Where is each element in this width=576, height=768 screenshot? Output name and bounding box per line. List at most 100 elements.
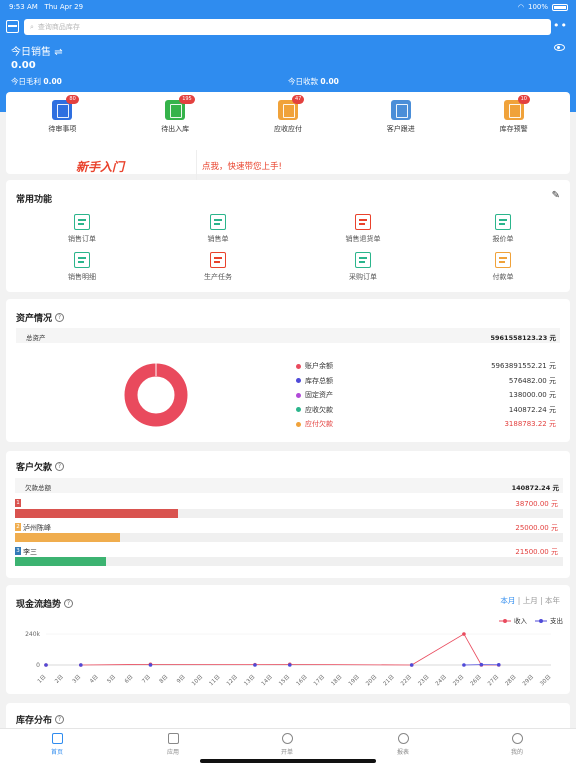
data-point <box>253 663 257 667</box>
x-tick-label: 27日 <box>486 673 500 687</box>
status-time: 9:53 AM Thu Apr 29 <box>9 3 84 11</box>
scan-icon[interactable] <box>6 20 19 33</box>
x-tick-label: 26日 <box>469 673 483 687</box>
quick-customer-followup[interactable]: 客户跟进 <box>344 100 457 134</box>
payment-bill-icon <box>495 252 511 268</box>
asset-label: 应收欠款 <box>305 405 333 414</box>
quick-pending-stock[interactable]: 195 待出入库 <box>119 95 232 134</box>
series-segment <box>463 633 482 666</box>
asset-legend-item: 应付欠款 <box>296 419 333 429</box>
x-tick-label: 8日 <box>158 673 169 684</box>
quick-stock-warning[interactable]: 10 库存预警 <box>457 95 570 134</box>
quotation-icon <box>495 214 511 230</box>
period-this-year[interactable]: 本年 <box>545 596 560 605</box>
nav-profile[interactable]: 我的 <box>497 733 537 756</box>
function-sales-bill[interactable]: 销售单 <box>158 214 278 244</box>
debt-bar-track <box>15 509 563 518</box>
cashflow-chart: 240k0收入 支出1日 2日 3日 4日 5日 6日 7日 8日 9日 10日 11日 12日 13日 1… <box>25 616 563 687</box>
newbie-text: 点我，快速带您上手! <box>202 162 282 172</box>
edit-icon[interactable]: ✎ <box>552 190 560 201</box>
count-badge: 80 <box>66 95 79 104</box>
function-quotation[interactable]: 报价单 <box>443 214 563 244</box>
customer-debt-card: 客户欠款? 欠款总额 140872.24 元 1 38700.00 元 2 泸州陈峰 2… <box>6 451 570 578</box>
quick-label: 客户跟进 <box>386 125 415 133</box>
data-point <box>409 663 414 667</box>
x-tick-label: 23日 <box>417 673 431 687</box>
x-tick-label: 20日 <box>364 673 378 687</box>
common-functions-card: 常用功能 ✎ 销售订单 销售单 销售退货单 报价单销售明细 生产任务 采购订单 付款单 <box>6 180 570 292</box>
nav-label: 报表 <box>396 749 409 756</box>
debt-title: 客户欠款? <box>16 460 65 473</box>
asset-value: 3188783.22 元 <box>504 420 556 428</box>
function-production-task[interactable]: 生产任务 <box>158 252 278 282</box>
function-sales-detail[interactable]: 销售明细 <box>22 252 142 282</box>
x-tick-label: 2日 <box>54 673 65 684</box>
apps-icon <box>167 733 179 744</box>
help-icon[interactable]: ? <box>64 599 74 608</box>
help-icon[interactable]: ? <box>55 313 65 322</box>
nav-label: 首页 <box>50 749 63 756</box>
nav-new-order[interactable]: 开单 <box>267 733 307 756</box>
x-tick-label: 3日 <box>71 673 82 684</box>
data-point <box>462 632 466 636</box>
quick-actions: 80 待审事项 195 待出入库 47 应收应付 客户跟进 10 库存预警 <box>6 95 570 134</box>
legend-dot <box>296 407 301 412</box>
quick-pending-approval[interactable]: 80 待审事项 <box>6 95 119 134</box>
function-payment-bill[interactable]: 付款单 <box>443 252 563 282</box>
period-this-month[interactable]: 本月 <box>500 596 515 605</box>
quick-actions-card: 80 待审事项 195 待出入库 47 应收应付 客户跟进 10 库存预警 新手入门 点我，快速… <box>6 92 570 180</box>
x-tick-label: 30日 <box>539 673 553 687</box>
help-icon[interactable]: ? <box>55 715 65 724</box>
debt-bar-track <box>15 557 563 566</box>
function-purchase-order[interactable]: 采购订单 <box>303 252 423 282</box>
function-sales-return[interactable]: 销售退货单 <box>303 214 423 244</box>
x-tick-label: 11日 <box>208 673 222 687</box>
new-order-icon <box>281 733 293 744</box>
battery-icon <box>552 3 568 11</box>
switch-icon: ⇌ <box>54 47 63 58</box>
debt-customer-name[interactable]: 李三 <box>23 547 37 557</box>
debt-rank-badge: 1 <box>15 499 21 507</box>
data-point <box>148 663 153 667</box>
x-tick-label: 10日 <box>190 673 204 687</box>
x-tick-label: 22日 <box>399 673 413 687</box>
nav-label: 我的 <box>510 749 523 756</box>
series-segment <box>411 633 465 666</box>
nav-home[interactable]: 首页 <box>37 733 77 756</box>
asset-label: 固定资产 <box>305 391 333 399</box>
function-label: 生产任务 <box>204 273 232 281</box>
debt-customer-name[interactable]: 泸州陈峰 <box>23 523 51 533</box>
battery-percent: 100% <box>527 3 548 11</box>
x-tick-label: 12日 <box>225 673 239 687</box>
debt-amount: 38700.00 元 <box>515 500 558 508</box>
count-badge: 10 <box>517 95 530 104</box>
x-tick-label: 21日 <box>382 673 396 687</box>
status-bar: 9:53 AM Thu Apr 29 ◠ 100% <box>0 0 576 14</box>
legend-dot <box>296 363 301 369</box>
x-tick-label: 24日 <box>434 673 448 687</box>
functions-title: 常用功能 <box>16 195 53 205</box>
nav-label: 应用 <box>166 749 179 756</box>
data-point <box>479 662 484 667</box>
function-sales-order[interactable]: 销售订单 <box>22 214 142 244</box>
nav-apps[interactable]: 应用 <box>153 733 193 756</box>
nav-reports[interactable]: 报表 <box>383 733 423 756</box>
today-sales-toggle[interactable]: 今日销售 ⇌ <box>11 43 63 58</box>
legend-marker <box>503 619 507 623</box>
period-last-month[interactable]: 上月 <box>523 596 538 605</box>
quick-label: 待出入库 <box>161 125 190 133</box>
legend-label: 收入 <box>514 616 528 625</box>
search-bar: ⌕ 查询商品库存 ••• <box>0 18 576 36</box>
newbie-banner[interactable]: 新手入门 点我，快速带您上手! <box>6 150 570 180</box>
function-label: 销售明细 <box>68 273 96 281</box>
x-tick-label: 4日 <box>88 673 99 684</box>
function-label: 采购订单 <box>349 273 377 281</box>
x-tick-label: 17日 <box>312 673 326 687</box>
more-icon[interactable]: ••• <box>546 19 568 32</box>
help-icon[interactable]: ? <box>55 462 65 471</box>
quick-receivable-payable[interactable]: 47 应收应付 <box>232 95 345 134</box>
reports-icon <box>397 733 409 744</box>
asset-legend-item: 固定资产 <box>296 390 333 400</box>
eye-icon[interactable] <box>554 44 565 51</box>
search-input[interactable]: ⌕ 查询商品库存 <box>24 19 551 35</box>
